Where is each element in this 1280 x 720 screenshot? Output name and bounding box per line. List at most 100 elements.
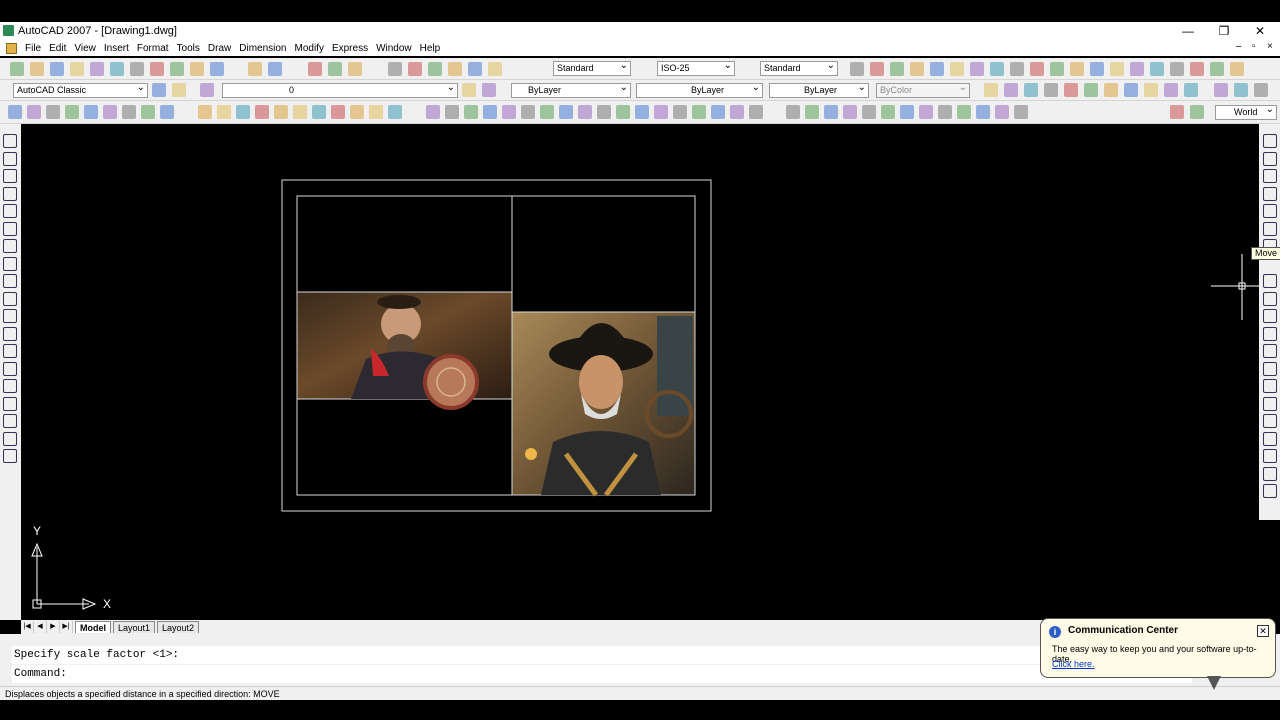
draw-tool-icon[interactable] — [3, 204, 17, 218]
modeling-tool-icon[interactable] — [635, 105, 649, 119]
standard-tool-icon[interactable] — [1170, 62, 1184, 76]
modeling-tool-icon[interactable] — [312, 105, 326, 119]
draw-tool-icon[interactable] — [3, 151, 17, 166]
standard-tool-icon[interactable] — [388, 62, 402, 76]
modify-tool-icon[interactable] — [1263, 204, 1277, 218]
menu-express[interactable]: Express — [328, 43, 372, 54]
standard-tool-icon[interactable] — [408, 62, 422, 76]
modify-tool-icon[interactable] — [1263, 169, 1277, 183]
tab-layout2[interactable]: Layout2 — [157, 621, 200, 633]
standard-tool-icon[interactable] — [1050, 62, 1064, 76]
draw-tool-icon[interactable] — [3, 361, 17, 376]
menu-format[interactable]: Format — [133, 43, 173, 54]
layers-tool-icon[interactable] — [1144, 83, 1158, 97]
standard-tool-icon[interactable] — [30, 62, 44, 76]
modify-tool-icon[interactable] — [1263, 134, 1277, 148]
draw-tool-icon[interactable] — [3, 396, 17, 411]
standard-tool-icon[interactable] — [870, 62, 884, 76]
minimize-button[interactable]: — — [1170, 22, 1206, 40]
modeling-tool-icon[interactable] — [293, 105, 307, 119]
modeling-tool-icon[interactable] — [692, 105, 706, 119]
standard-tool-icon[interactable] — [890, 62, 904, 76]
layers-tool-icon[interactable] — [200, 83, 214, 97]
layers-tool-icon[interactable] — [1234, 83, 1248, 97]
menu-modify[interactable]: Modify — [291, 43, 328, 54]
modeling-tool-icon[interactable] — [369, 105, 383, 119]
modify-tool-icon[interactable] — [1263, 309, 1277, 323]
standard-tool-icon[interactable] — [268, 62, 282, 76]
tab-first-button[interactable]: |◀ — [21, 621, 34, 633]
text-style-select[interactable]: Standard — [553, 61, 631, 76]
modeling-tool-icon[interactable] — [559, 105, 573, 119]
modeling-tool-icon[interactable] — [8, 105, 22, 119]
standard-tool-icon[interactable] — [930, 62, 944, 76]
standard-tool-icon[interactable] — [1110, 62, 1124, 76]
standard-tool-icon[interactable] — [70, 62, 84, 76]
draw-tool-icon[interactable] — [3, 309, 17, 323]
doc-close-button[interactable]: × — [1267, 41, 1273, 52]
standard-tool-icon[interactable] — [1030, 62, 1044, 76]
drawing-canvas[interactable]: Y X — [21, 124, 1259, 620]
draw-tool-icon[interactable] — [3, 379, 17, 393]
standard-tool-icon[interactable] — [428, 62, 442, 76]
layers-tool-icon[interactable] — [152, 83, 166, 97]
menu-file[interactable]: File — [21, 43, 45, 54]
table-style-select[interactable]: Standard — [760, 61, 838, 76]
grid-cell-top-left[interactable] — [296, 195, 513, 293]
modeling-tool-icon[interactable] — [881, 105, 895, 119]
restore-button[interactable]: ❐ — [1206, 22, 1242, 40]
modeling-tool-icon[interactable] — [938, 105, 952, 119]
modeling-tool-icon[interactable] — [445, 105, 459, 119]
modeling-tool-icon[interactable] — [862, 105, 876, 119]
menu-dimension[interactable]: Dimension — [235, 43, 290, 54]
standard-tool-icon[interactable] — [950, 62, 964, 76]
modeling-tool-icon[interactable] — [673, 105, 687, 119]
layer-select[interactable]: 0 — [222, 83, 458, 98]
draw-tool-icon[interactable] — [3, 274, 17, 288]
standard-tool-icon[interactable] — [308, 62, 322, 76]
standard-tool-icon[interactable] — [248, 62, 262, 76]
layers-tool-icon[interactable] — [1044, 83, 1058, 97]
modeling-tool-icon[interactable] — [995, 105, 1009, 119]
standard-tool-icon[interactable] — [348, 62, 362, 76]
modeling-tool-icon[interactable] — [464, 105, 478, 119]
modeling-tool-icon[interactable] — [919, 105, 933, 119]
standard-tool-icon[interactable] — [1150, 62, 1164, 76]
modeling-tool-icon[interactable] — [84, 105, 98, 119]
tab-next-button[interactable]: ▶ — [47, 621, 60, 633]
modeling-tool-icon[interactable] — [1014, 105, 1028, 119]
layers-tool-icon[interactable] — [462, 83, 476, 97]
standard-tool-icon[interactable] — [328, 62, 342, 76]
modeling-tool-icon[interactable] — [198, 105, 212, 119]
modeling-tool-icon[interactable] — [483, 105, 497, 119]
doc-minimize-button[interactable]: – — [1236, 41, 1242, 52]
menu-help[interactable]: Help — [416, 43, 445, 54]
modeling-tool-icon[interactable] — [160, 105, 174, 119]
modify-tool-icon[interactable] — [1263, 221, 1277, 236]
layers-tool-icon[interactable] — [1064, 83, 1078, 97]
layers-tool-icon[interactable] — [1104, 83, 1118, 97]
modeling-tool-icon[interactable] — [654, 105, 668, 119]
layers-tool-icon[interactable] — [1214, 83, 1228, 97]
modeling-tool-icon[interactable] — [976, 105, 990, 119]
menu-view[interactable]: View — [70, 43, 100, 54]
modeling-tool-icon[interactable] — [578, 105, 592, 119]
standard-tool-icon[interactable] — [1010, 62, 1024, 76]
modeling-tool-icon[interactable] — [749, 105, 763, 119]
standard-tool-icon[interactable] — [850, 62, 864, 76]
standard-tool-icon[interactable] — [1190, 62, 1204, 76]
modeling-tool-icon[interactable] — [730, 105, 744, 119]
standard-tool-icon[interactable] — [130, 62, 144, 76]
modify-tool-icon[interactable] — [1263, 274, 1277, 288]
modify-tool-icon[interactable] — [1263, 291, 1277, 306]
modeling-tool-icon[interactable] — [255, 105, 269, 119]
standard-tool-icon[interactable] — [990, 62, 1004, 76]
standard-tool-icon[interactable] — [150, 62, 164, 76]
balloon-close-button[interactable]: ✕ — [1257, 625, 1269, 637]
standard-tool-icon[interactable] — [110, 62, 124, 76]
grid-cell-bottom-left[interactable] — [296, 398, 513, 496]
linetype-select[interactable]: ByLayer — [636, 83, 763, 98]
draw-tool-icon[interactable] — [3, 326, 17, 341]
modify-tool-icon[interactable] — [1263, 326, 1277, 341]
command-input[interactable]: Command: — [12, 665, 1192, 683]
